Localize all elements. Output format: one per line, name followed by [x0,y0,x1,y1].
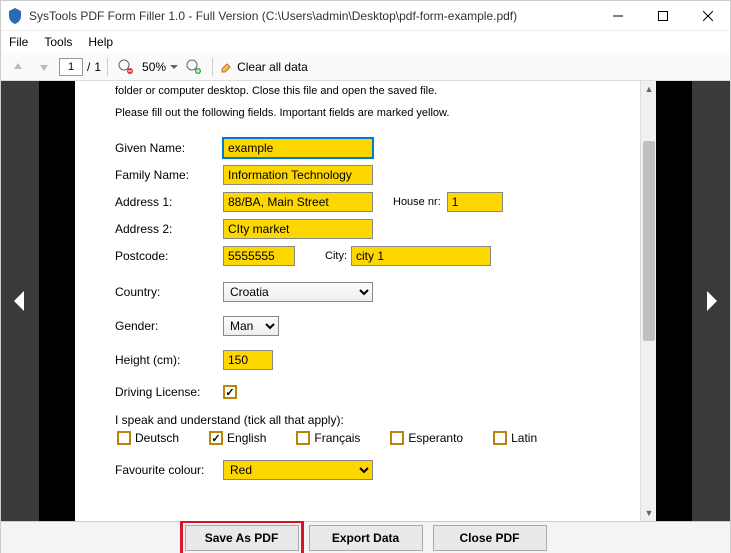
nav-left[interactable] [1,81,39,521]
label-languages: I speak and understand (tick all that ap… [115,413,616,427]
zoom-in-button[interactable] [182,57,206,77]
zoom-dropdown-icon[interactable] [170,63,178,71]
titlebar: SysTools PDF Form Filler 1.0 - Full Vers… [1,1,730,31]
footer: Save As PDF Export Data Close PDF [1,521,730,553]
zoom-out-button[interactable] [114,57,138,77]
clear-all-button[interactable]: Clear all data [219,60,308,74]
address1-input[interactable] [223,192,373,212]
postcode-input[interactable] [223,246,295,266]
close-pdf-button[interactable]: Close PDF [433,525,547,551]
zoom-out-icon [118,59,134,75]
label-city: City: [325,250,347,262]
label-country: Country: [115,285,223,299]
height-input[interactable] [223,350,273,370]
document-page: folder or computer desktop. Close this f… [75,81,656,498]
fav-colour-select[interactable]: Red [223,460,373,480]
label-address2: Address 2: [115,222,223,236]
export-data-button[interactable]: Export Data [309,525,423,551]
given-name-input[interactable] [223,138,373,158]
page-up-button[interactable] [7,58,29,76]
arrow-down-icon [37,60,51,74]
lang-de-checkbox[interactable] [117,431,131,445]
label-fav-colour: Favourite colour: [115,463,223,477]
menu-file[interactable]: File [9,35,28,49]
label-license: Driving License: [115,385,223,399]
clear-all-label: Clear all data [237,60,308,74]
minimize-button[interactable] [595,1,640,30]
maximize-button[interactable] [640,1,685,30]
save-as-pdf-button[interactable]: Save As PDF [185,525,299,551]
family-name-input[interactable] [223,165,373,185]
toolbar: / 1 50% Clear all data [1,53,730,81]
scroll-thumb[interactable] [643,141,655,341]
document-area: folder or computer desktop. Close this f… [75,81,656,521]
prev-page-icon [10,289,30,313]
content-area: folder or computer desktop. Close this f… [1,81,730,521]
zoom-in-icon [186,59,202,75]
page-total: 1 [94,60,101,74]
lang-eo-label: Esperanto [408,431,463,445]
scroll-down-icon[interactable]: ▼ [641,505,656,521]
page-input[interactable] [59,58,83,76]
page-separator: / [87,60,90,74]
label-address1: Address 1: [115,195,223,209]
page-down-button[interactable] [33,58,55,76]
eraser-icon [219,60,233,74]
menu-tools[interactable]: Tools [44,35,72,49]
app-icon [7,8,23,24]
label-postcode: Postcode: [115,249,223,263]
lang-en-label: English [227,431,266,445]
lang-fr-checkbox[interactable] [296,431,310,445]
window-title: SysTools PDF Form Filler 1.0 - Full Vers… [29,9,595,23]
menu-help[interactable]: Help [88,35,113,49]
lang-la-checkbox[interactable] [493,431,507,445]
license-checkbox[interactable]: ✓ [223,385,237,399]
zoom-value: 50% [142,60,166,74]
lang-la-label: Latin [511,431,537,445]
country-select[interactable]: Croatia [223,282,373,302]
doc-scrollbar[interactable]: ▲ ▼ [640,81,656,521]
lang-en-checkbox[interactable]: ✓ [209,431,223,445]
label-given-name: Given Name: [115,141,223,155]
nav-right[interactable] [692,81,730,521]
city-input[interactable] [351,246,491,266]
label-height: Height (cm): [115,353,223,367]
scroll-up-icon[interactable]: ▲ [641,81,656,97]
lang-fr-label: Français [314,431,360,445]
maximize-icon [658,11,668,21]
label-gender: Gender: [115,319,223,333]
arrow-up-icon [11,60,25,74]
label-family-name: Family Name: [115,168,223,182]
next-page-icon [701,289,721,313]
intro-line2: Please fill out the following fields. Im… [115,107,616,119]
close-button[interactable] [685,1,730,30]
minimize-icon [613,11,623,21]
gender-select[interactable]: Man [223,316,279,336]
address2-input[interactable] [223,219,373,239]
lang-de-label: Deutsch [135,431,179,445]
intro-line1: folder or computer desktop. Close this f… [115,85,616,97]
house-nr-input[interactable] [447,192,503,212]
label-house-nr: House nr: [393,196,441,208]
menubar: File Tools Help [1,31,730,53]
close-icon [703,11,713,21]
lang-eo-checkbox[interactable] [390,431,404,445]
